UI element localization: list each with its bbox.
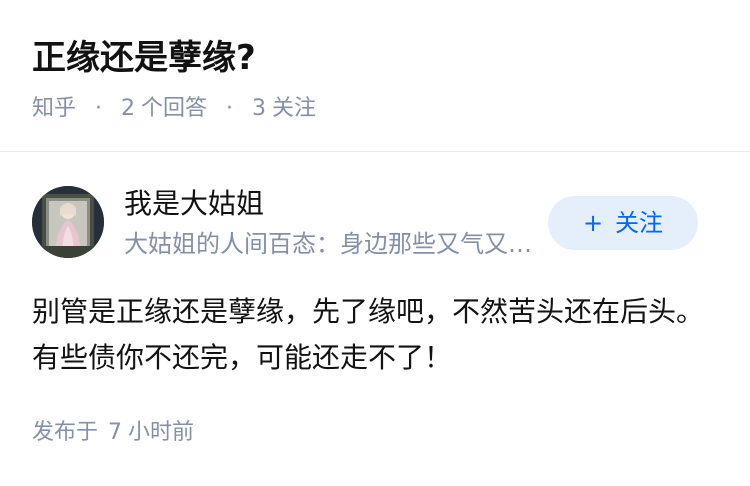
plus-icon: + — [582, 209, 604, 237]
question-header: 正缘还是孽缘? 知乎 · 2 个回答 · 3 关注 — [0, 0, 750, 152]
meta-separator: · — [95, 96, 103, 121]
question-title[interactable]: 正缘还是孽缘? — [32, 36, 256, 80]
meta-separator: · — [226, 96, 234, 121]
avatar[interactable] — [32, 186, 104, 258]
publish-value: 7 — [108, 420, 123, 445]
author-bio: 大姑姐的人间百态：身边那些又气又好笑的事 — [124, 230, 538, 258]
follow-button-label: 关注 — [615, 209, 664, 237]
publish-prefix: 发布于 — [32, 420, 99, 445]
answer-content[interactable]: 别管是正缘还是孽缘，先了缘吧，不然苦头还在后头。有些债你不还完，可能还走不了！ — [32, 289, 712, 381]
source-label[interactable]: 知乎 — [32, 96, 76, 121]
avatar-image — [32, 186, 104, 258]
publish-unit: 小时前 — [128, 420, 195, 445]
answer-count-label[interactable]: 个回答 — [141, 96, 207, 121]
follower-count: 3 — [252, 96, 267, 121]
answer-card: 我是大姑姐 大姑姐的人间百态：身边那些又气又好笑的事 + 关注 别管是正缘还是孽缘… — [0, 152, 750, 486]
publish-time: 发布于 7 小时前 — [32, 418, 194, 448]
follow-button[interactable]: + 关注 — [548, 196, 698, 250]
follower-count-label: 关注 — [272, 96, 317, 121]
author-name[interactable]: 我是大姑姐 — [124, 185, 264, 223]
answer-count: 2 — [121, 96, 136, 121]
question-meta: 知乎 · 2 个回答 · 3 关注 — [32, 94, 316, 124]
